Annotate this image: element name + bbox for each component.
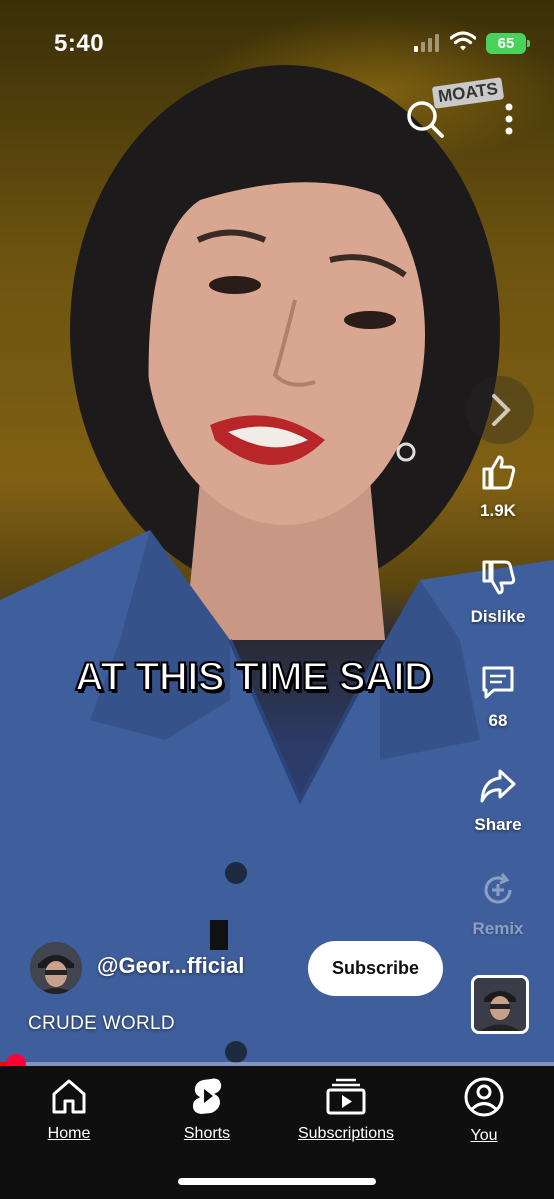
like-button[interactable]: 1.9K xyxy=(453,452,543,521)
video-caption: AT THIS TIME SAID xyxy=(74,654,434,700)
like-count: 1.9K xyxy=(480,501,516,520)
subscribe-button[interactable]: Subscribe xyxy=(308,941,443,996)
nav-home[interactable]: Home xyxy=(40,1076,98,1143)
nav-shorts-label: Shorts xyxy=(183,1125,231,1142)
comments-count: 68 xyxy=(488,711,508,730)
remix-label: Remix xyxy=(472,919,524,938)
short-title[interactable]: CRUDE WORLD xyxy=(28,1013,175,1035)
remix-button[interactable]: Remix xyxy=(453,870,543,939)
share-button[interactable]: Share xyxy=(453,766,543,835)
shorts-icon xyxy=(193,1078,222,1114)
channel-handle[interactable]: @Geor...fficial xyxy=(97,953,244,979)
thumbs-up-icon xyxy=(482,455,516,490)
status-time: 5:40 xyxy=(54,30,105,57)
nav-subscriptions[interactable]: Subscriptions xyxy=(288,1076,404,1143)
chevron-right-icon xyxy=(492,394,511,426)
account-circle-icon xyxy=(464,1077,504,1117)
next-video-button[interactable] xyxy=(466,376,534,444)
nav-subscriptions-label: Subscriptions xyxy=(297,1125,395,1142)
battery-level: 65 xyxy=(497,35,515,52)
bottom-navigation: Home Shorts Subscriptions You xyxy=(0,1066,554,1199)
more-options-icon[interactable] xyxy=(498,100,520,140)
channel-avatar[interactable] xyxy=(30,942,82,994)
dislike-button[interactable]: Dislike xyxy=(453,558,543,627)
avatar-image xyxy=(30,942,82,994)
wifi-icon xyxy=(450,31,476,51)
sound-pivot-thumbnail[interactable] xyxy=(471,975,529,1034)
home-icon xyxy=(52,1079,86,1114)
dislike-label: Dislike xyxy=(470,607,526,626)
cellular-signal-icon xyxy=(414,34,439,52)
subscriptions-icon xyxy=(326,1078,366,1115)
thumbs-down-icon xyxy=(482,560,516,595)
nav-home-label: Home xyxy=(47,1125,91,1142)
pivot-avatar-image xyxy=(474,978,526,1031)
home-indicator[interactable] xyxy=(178,1178,376,1185)
nav-shorts[interactable]: Shorts xyxy=(177,1076,237,1143)
remix-icon xyxy=(484,873,512,904)
nav-you[interactable]: You xyxy=(462,1076,506,1145)
search-icon[interactable] xyxy=(404,98,446,140)
comment-icon xyxy=(482,666,514,699)
share-label: Share xyxy=(474,815,522,834)
nav-you-label: You xyxy=(470,1127,498,1144)
share-arrow-icon xyxy=(480,769,516,803)
battery-indicator: 65 xyxy=(486,33,530,54)
comments-button[interactable]: 68 xyxy=(453,662,543,731)
